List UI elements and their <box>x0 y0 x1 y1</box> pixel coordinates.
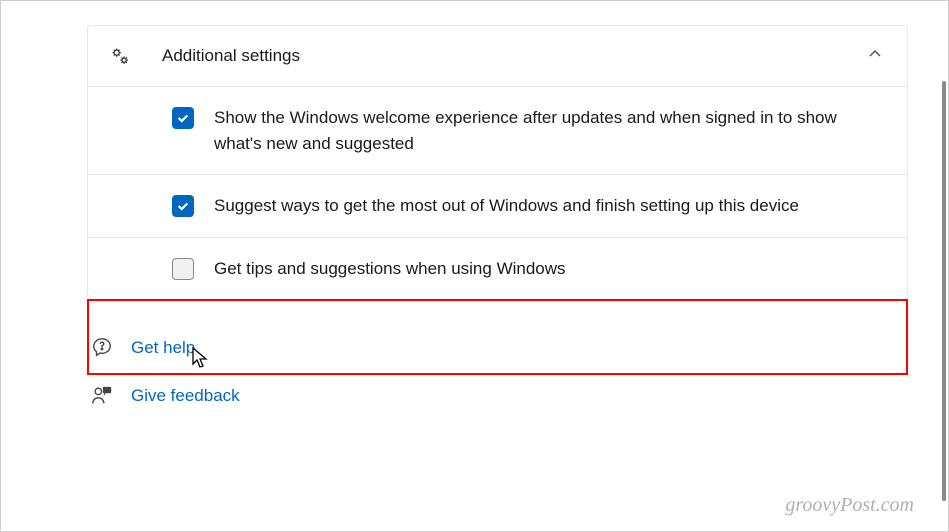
checkbox-suggest[interactable] <box>172 195 194 217</box>
help-icon <box>89 336 115 360</box>
scrollbar[interactable] <box>942 81 946 501</box>
checkbox-tips[interactable] <box>172 258 194 280</box>
feedback-link-text: Give feedback <box>131 386 240 406</box>
chevron-up-icon <box>867 46 883 67</box>
give-feedback-link[interactable]: Give feedback <box>89 376 908 416</box>
checkbox-welcome[interactable] <box>172 107 194 129</box>
get-help-link[interactable]: Get help <box>89 328 908 368</box>
watermark: groovyPost.com <box>785 494 914 517</box>
option-label: Get tips and suggestions when using Wind… <box>214 256 566 282</box>
feedback-icon <box>89 384 115 408</box>
option-row-tips: Get tips and suggestions when using Wind… <box>87 238 908 301</box>
option-label: Suggest ways to get the most out of Wind… <box>214 193 799 219</box>
gears-icon <box>108 44 132 68</box>
option-row-welcome: Show the Windows welcome experience afte… <box>87 87 908 175</box>
additional-settings-header[interactable]: Additional settings <box>87 25 908 87</box>
section-title: Additional settings <box>162 46 867 66</box>
help-link-text: Get help <box>131 338 195 358</box>
option-row-suggest: Suggest ways to get the most out of Wind… <box>87 175 908 238</box>
option-label: Show the Windows welcome experience afte… <box>214 105 854 156</box>
